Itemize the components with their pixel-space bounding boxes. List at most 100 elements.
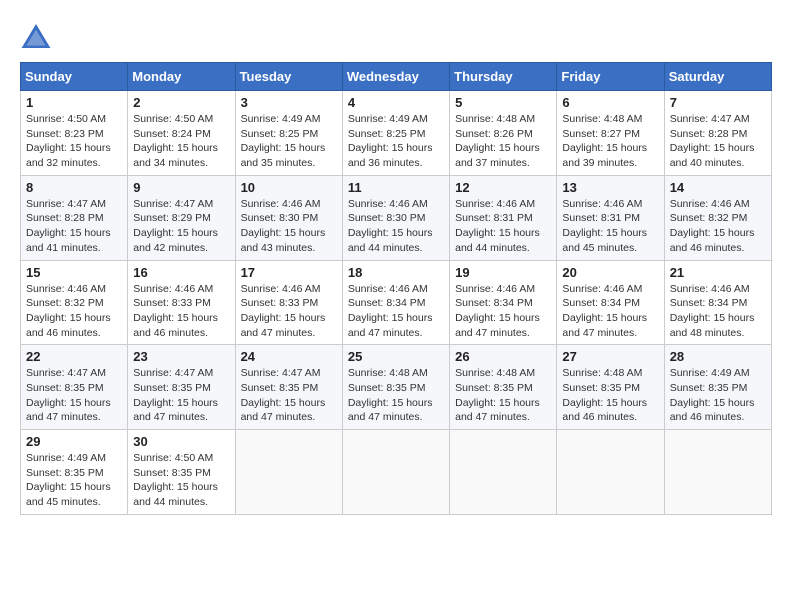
day-info: Sunrise: 4:49 AMSunset: 8:25 PMDaylight:… (241, 113, 326, 169)
day-info: Sunrise: 4:46 AMSunset: 8:31 PMDaylight:… (455, 198, 540, 254)
calendar-cell: 7 Sunrise: 4:47 AMSunset: 8:28 PMDayligh… (664, 91, 771, 176)
calendar-cell: 22 Sunrise: 4:47 AMSunset: 8:35 PMDaylig… (21, 345, 128, 430)
calendar-cell: 15 Sunrise: 4:46 AMSunset: 8:32 PMDaylig… (21, 260, 128, 345)
day-of-week-header: Tuesday (235, 63, 342, 91)
day-info: Sunrise: 4:49 AMSunset: 8:35 PMDaylight:… (670, 367, 755, 423)
day-number: 2 (133, 95, 229, 110)
day-info: Sunrise: 4:47 AMSunset: 8:35 PMDaylight:… (26, 367, 111, 423)
calendar-week-row: 29 Sunrise: 4:49 AMSunset: 8:35 PMDaylig… (21, 430, 772, 515)
day-number: 28 (670, 349, 766, 364)
day-number: 20 (562, 265, 658, 280)
day-number: 30 (133, 434, 229, 449)
calendar-cell: 14 Sunrise: 4:46 AMSunset: 8:32 PMDaylig… (664, 175, 771, 260)
calendar-cell: 3 Sunrise: 4:49 AMSunset: 8:25 PMDayligh… (235, 91, 342, 176)
day-info: Sunrise: 4:48 AMSunset: 8:35 PMDaylight:… (348, 367, 433, 423)
day-of-week-header: Monday (128, 63, 235, 91)
calendar-header: SundayMondayTuesdayWednesdayThursdayFrid… (21, 63, 772, 91)
calendar-week-row: 8 Sunrise: 4:47 AMSunset: 8:28 PMDayligh… (21, 175, 772, 260)
calendar-cell: 12 Sunrise: 4:46 AMSunset: 8:31 PMDaylig… (450, 175, 557, 260)
day-number: 24 (241, 349, 337, 364)
day-number: 1 (26, 95, 122, 110)
day-info: Sunrise: 4:50 AMSunset: 8:23 PMDaylight:… (26, 113, 111, 169)
day-number: 10 (241, 180, 337, 195)
calendar-week-row: 1 Sunrise: 4:50 AMSunset: 8:23 PMDayligh… (21, 91, 772, 176)
day-of-week-header: Friday (557, 63, 664, 91)
day-info: Sunrise: 4:46 AMSunset: 8:34 PMDaylight:… (348, 283, 433, 339)
calendar-cell: 4 Sunrise: 4:49 AMSunset: 8:25 PMDayligh… (342, 91, 449, 176)
calendar-cell: 25 Sunrise: 4:48 AMSunset: 8:35 PMDaylig… (342, 345, 449, 430)
day-info: Sunrise: 4:48 AMSunset: 8:35 PMDaylight:… (455, 367, 540, 423)
day-info: Sunrise: 4:48 AMSunset: 8:27 PMDaylight:… (562, 113, 647, 169)
calendar-cell (235, 430, 342, 515)
calendar-cell: 30 Sunrise: 4:50 AMSunset: 8:35 PMDaylig… (128, 430, 235, 515)
day-number: 12 (455, 180, 551, 195)
day-number: 21 (670, 265, 766, 280)
day-number: 19 (455, 265, 551, 280)
calendar-cell: 13 Sunrise: 4:46 AMSunset: 8:31 PMDaylig… (557, 175, 664, 260)
day-number: 3 (241, 95, 337, 110)
calendar-cell (342, 430, 449, 515)
day-of-week-header: Wednesday (342, 63, 449, 91)
calendar-week-row: 15 Sunrise: 4:46 AMSunset: 8:32 PMDaylig… (21, 260, 772, 345)
calendar-body: 1 Sunrise: 4:50 AMSunset: 8:23 PMDayligh… (21, 91, 772, 515)
calendar-cell: 6 Sunrise: 4:48 AMSunset: 8:27 PMDayligh… (557, 91, 664, 176)
day-number: 13 (562, 180, 658, 195)
day-of-week-header: Sunday (21, 63, 128, 91)
day-info: Sunrise: 4:48 AMSunset: 8:26 PMDaylight:… (455, 113, 540, 169)
days-of-week-row: SundayMondayTuesdayWednesdayThursdayFrid… (21, 63, 772, 91)
day-number: 15 (26, 265, 122, 280)
day-of-week-header: Saturday (664, 63, 771, 91)
day-info: Sunrise: 4:50 AMSunset: 8:24 PMDaylight:… (133, 113, 218, 169)
day-info: Sunrise: 4:46 AMSunset: 8:34 PMDaylight:… (562, 283, 647, 339)
day-info: Sunrise: 4:46 AMSunset: 8:32 PMDaylight:… (26, 283, 111, 339)
day-number: 25 (348, 349, 444, 364)
calendar-cell: 24 Sunrise: 4:47 AMSunset: 8:35 PMDaylig… (235, 345, 342, 430)
day-info: Sunrise: 4:46 AMSunset: 8:30 PMDaylight:… (348, 198, 433, 254)
day-number: 4 (348, 95, 444, 110)
calendar-table: SundayMondayTuesdayWednesdayThursdayFrid… (20, 62, 772, 515)
logo-icon (20, 20, 52, 52)
calendar-cell: 27 Sunrise: 4:48 AMSunset: 8:35 PMDaylig… (557, 345, 664, 430)
calendar-cell: 11 Sunrise: 4:46 AMSunset: 8:30 PMDaylig… (342, 175, 449, 260)
calendar-cell: 16 Sunrise: 4:46 AMSunset: 8:33 PMDaylig… (128, 260, 235, 345)
calendar-week-row: 22 Sunrise: 4:47 AMSunset: 8:35 PMDaylig… (21, 345, 772, 430)
day-number: 9 (133, 180, 229, 195)
calendar-cell: 26 Sunrise: 4:48 AMSunset: 8:35 PMDaylig… (450, 345, 557, 430)
calendar-cell (664, 430, 771, 515)
calendar-cell (557, 430, 664, 515)
calendar-cell: 1 Sunrise: 4:50 AMSunset: 8:23 PMDayligh… (21, 91, 128, 176)
day-number: 16 (133, 265, 229, 280)
day-info: Sunrise: 4:47 AMSunset: 8:29 PMDaylight:… (133, 198, 218, 254)
page-header (20, 20, 772, 52)
day-info: Sunrise: 4:47 AMSunset: 8:35 PMDaylight:… (133, 367, 218, 423)
day-number: 23 (133, 349, 229, 364)
day-number: 8 (26, 180, 122, 195)
calendar-cell: 29 Sunrise: 4:49 AMSunset: 8:35 PMDaylig… (21, 430, 128, 515)
day-number: 26 (455, 349, 551, 364)
day-number: 7 (670, 95, 766, 110)
day-info: Sunrise: 4:46 AMSunset: 8:31 PMDaylight:… (562, 198, 647, 254)
day-number: 27 (562, 349, 658, 364)
day-number: 29 (26, 434, 122, 449)
calendar-cell: 18 Sunrise: 4:46 AMSunset: 8:34 PMDaylig… (342, 260, 449, 345)
day-info: Sunrise: 4:46 AMSunset: 8:32 PMDaylight:… (670, 198, 755, 254)
day-number: 14 (670, 180, 766, 195)
calendar-cell: 21 Sunrise: 4:46 AMSunset: 8:34 PMDaylig… (664, 260, 771, 345)
day-info: Sunrise: 4:48 AMSunset: 8:35 PMDaylight:… (562, 367, 647, 423)
calendar-cell: 9 Sunrise: 4:47 AMSunset: 8:29 PMDayligh… (128, 175, 235, 260)
calendar-cell: 10 Sunrise: 4:46 AMSunset: 8:30 PMDaylig… (235, 175, 342, 260)
day-number: 11 (348, 180, 444, 195)
logo (20, 20, 56, 52)
calendar-cell: 5 Sunrise: 4:48 AMSunset: 8:26 PMDayligh… (450, 91, 557, 176)
calendar-cell: 28 Sunrise: 4:49 AMSunset: 8:35 PMDaylig… (664, 345, 771, 430)
day-info: Sunrise: 4:47 AMSunset: 8:28 PMDaylight:… (26, 198, 111, 254)
day-number: 22 (26, 349, 122, 364)
day-info: Sunrise: 4:46 AMSunset: 8:30 PMDaylight:… (241, 198, 326, 254)
day-info: Sunrise: 4:47 AMSunset: 8:35 PMDaylight:… (241, 367, 326, 423)
day-of-week-header: Thursday (450, 63, 557, 91)
day-number: 6 (562, 95, 658, 110)
day-info: Sunrise: 4:46 AMSunset: 8:33 PMDaylight:… (133, 283, 218, 339)
day-info: Sunrise: 4:46 AMSunset: 8:34 PMDaylight:… (670, 283, 755, 339)
calendar-cell: 19 Sunrise: 4:46 AMSunset: 8:34 PMDaylig… (450, 260, 557, 345)
calendar-cell: 20 Sunrise: 4:46 AMSunset: 8:34 PMDaylig… (557, 260, 664, 345)
